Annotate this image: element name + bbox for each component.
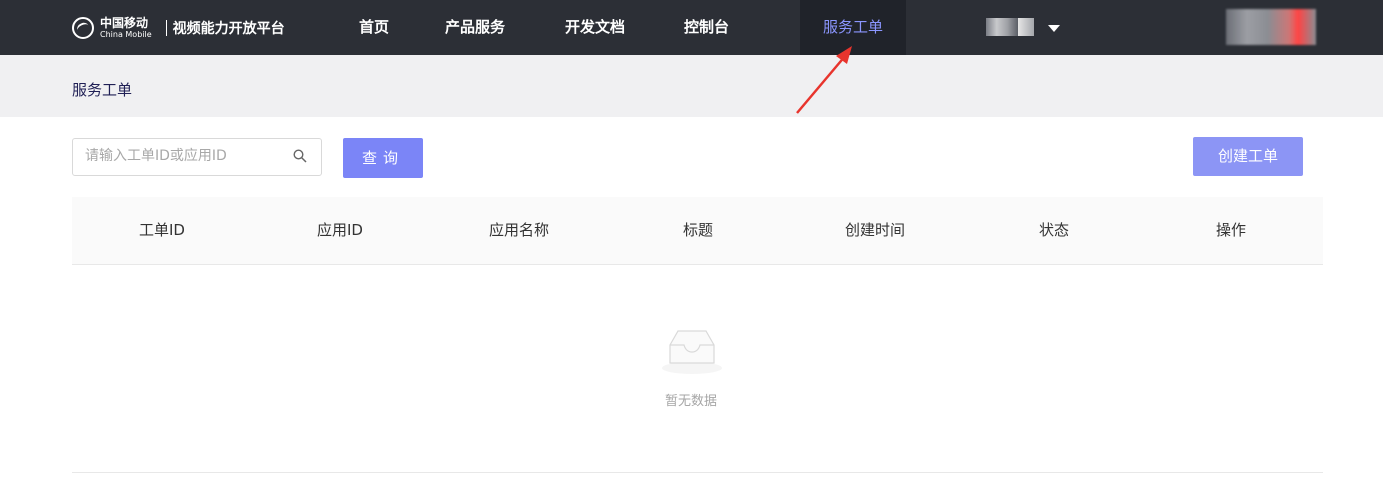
nav-console[interactable]: 控制台: [684, 0, 729, 55]
china-mobile-logo[interactable]: 中国移动 China Mobile 视频能力开放平台: [72, 12, 285, 44]
nav-products[interactable]: 产品服务: [445, 0, 505, 55]
query-button[interactable]: 查询: [343, 138, 423, 178]
column-header-ticket-id: 工单ID: [139, 221, 185, 239]
search-input[interactable]: [83, 147, 277, 165]
search-icon[interactable]: [293, 149, 307, 163]
logo-cn-text: 中国移动: [100, 16, 149, 30]
logo-divider: [165, 20, 167, 36]
nav-docs[interactable]: 开发文档: [565, 0, 625, 55]
column-header-created-time: 创建时间: [844, 221, 906, 239]
breadcrumb: 服务工单: [72, 81, 133, 99]
column-header-status: 状态: [1038, 221, 1070, 239]
empty-state-text: 暂无数据: [664, 394, 718, 409]
nav-home[interactable]: 首页: [359, 0, 389, 55]
avatar[interactable]: [1226, 9, 1316, 45]
search-field[interactable]: [72, 138, 322, 176]
table-bottom-divider: [72, 472, 1323, 473]
chevron-down-icon[interactable]: [1048, 25, 1060, 32]
empty-inbox-icon: [662, 330, 722, 374]
nav-service-tickets[interactable]: 服务工单: [800, 0, 907, 55]
column-header-app-id: 应用ID: [317, 221, 363, 239]
user-name-blurred-part: [1018, 18, 1034, 36]
china-mobile-logo-icon: [72, 17, 94, 39]
column-header-title: 标题: [682, 221, 714, 239]
logo-text: 中国移动 China Mobile: [100, 17, 152, 39]
top-navigation-bar: 中国移动 China Mobile 视频能力开放平台 首页 产品服务 开发文档 …: [0, 0, 1383, 55]
logo-en-text: China Mobile: [100, 30, 152, 39]
column-header-app-name: 应用名称: [488, 221, 550, 239]
table-header: 工单ID 应用ID 应用名称 标题 创建时间 状态 操作: [72, 197, 1323, 265]
column-header-actions: 操作: [1215, 221, 1247, 239]
create-ticket-button[interactable]: 创建工单: [1193, 137, 1303, 176]
breadcrumb-bar: 服务工单: [0, 55, 1383, 117]
platform-name: 视频能力开放平台: [172, 21, 285, 37]
user-name-blurred[interactable]: [986, 18, 1018, 36]
